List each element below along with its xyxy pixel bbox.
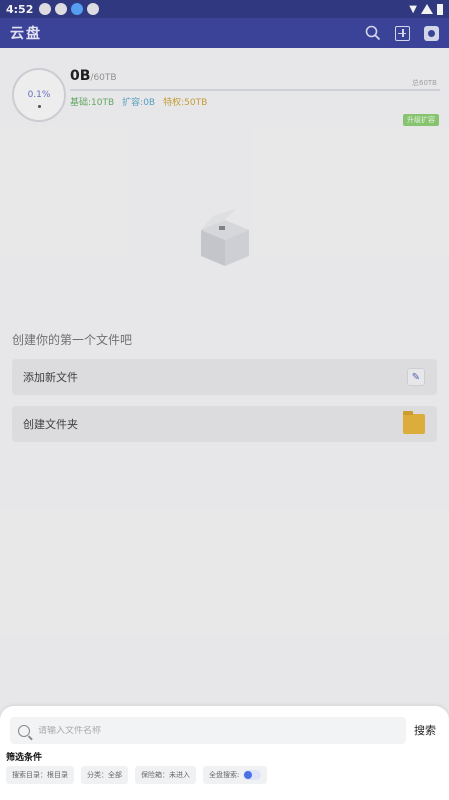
settings-icon[interactable] xyxy=(424,25,439,41)
search-button[interactable]: 搜索 xyxy=(414,722,436,738)
signal-icon xyxy=(421,4,433,14)
global-search-label: 全盘搜索: xyxy=(209,771,240,779)
add-icon[interactable] xyxy=(395,25,410,41)
total-label: 总60TB xyxy=(412,79,437,87)
quota-breakdown: 基础:10TB 扩容:0B 特权:50TB xyxy=(70,95,207,108)
quota-expand: 扩容:0B xyxy=(122,98,156,108)
storage-usage-panel: 0.1% 0B/60TB 总60TB 基础:10TB 扩容:0B 特权:50TB… xyxy=(0,56,449,138)
search-field xyxy=(10,717,406,744)
folder-icon xyxy=(403,411,425,434)
used-value: 0B xyxy=(70,68,91,84)
upgrade-badge[interactable]: 升级扩容 xyxy=(403,114,439,126)
usage-percent: 0.1% xyxy=(27,90,51,100)
empty-box-icon xyxy=(201,208,249,266)
cat-app-icon xyxy=(55,3,68,15)
usage-bar xyxy=(70,89,440,91)
search-icon[interactable] xyxy=(365,25,381,41)
quota-base: 基础:10TB xyxy=(70,98,115,108)
main-content: 0.1% 0B/60TB 总60TB 基础:10TB 扩容:0B 特权:50TB… xyxy=(0,48,449,800)
search-input[interactable] xyxy=(38,725,368,736)
global-search-toggle[interactable] xyxy=(243,770,262,780)
usage-ring: 0.1% xyxy=(12,68,66,122)
filter-chips: 搜索目录：根目录 分类：全部 保险箱：未进入 全盘搜索: xyxy=(6,766,268,784)
filter-directory-chip[interactable]: 搜索目录：根目录 xyxy=(6,766,74,784)
battery-icon xyxy=(437,3,443,15)
create-folder-button[interactable]: 创建文件夹 xyxy=(12,406,437,442)
ring-dot xyxy=(38,105,41,108)
filter-title: 筛选条件 xyxy=(6,753,43,763)
quota-privilege: 特权:50TB xyxy=(163,98,208,108)
create-folder-label: 创建文件夹 xyxy=(23,418,78,431)
empty-hint: 创建你的第一个文件吧 xyxy=(12,333,133,347)
total-storage: /60TB xyxy=(90,73,117,83)
add-file-button[interactable]: 添加新文件 ✎ xyxy=(12,359,437,395)
upload-icon: ✎ xyxy=(407,368,425,386)
qq-icon xyxy=(71,3,84,15)
search-sheet: 搜索 筛选条件 搜索目录：根目录 分类：全部 保险箱：未进入 全盘搜索: xyxy=(0,706,449,800)
global-search-chip: 全盘搜索: xyxy=(203,766,268,784)
page-title: 云盘 xyxy=(10,26,42,42)
add-file-label: 添加新文件 xyxy=(23,371,78,384)
used-storage: 0B/60TB xyxy=(70,68,117,84)
notification-icon xyxy=(39,3,52,15)
status-time: 4:52 xyxy=(6,2,34,16)
cloud-icon xyxy=(87,3,100,15)
search-icon xyxy=(18,724,30,737)
status-bar: 4:52 ▼ xyxy=(0,0,449,18)
wifi-icon: ▼ xyxy=(409,3,417,15)
filter-category-chip[interactable]: 分类：全部 xyxy=(81,766,128,784)
filter-vault-chip[interactable]: 保险箱：未进入 xyxy=(135,766,196,784)
app-bar: 云盘 xyxy=(0,18,449,48)
